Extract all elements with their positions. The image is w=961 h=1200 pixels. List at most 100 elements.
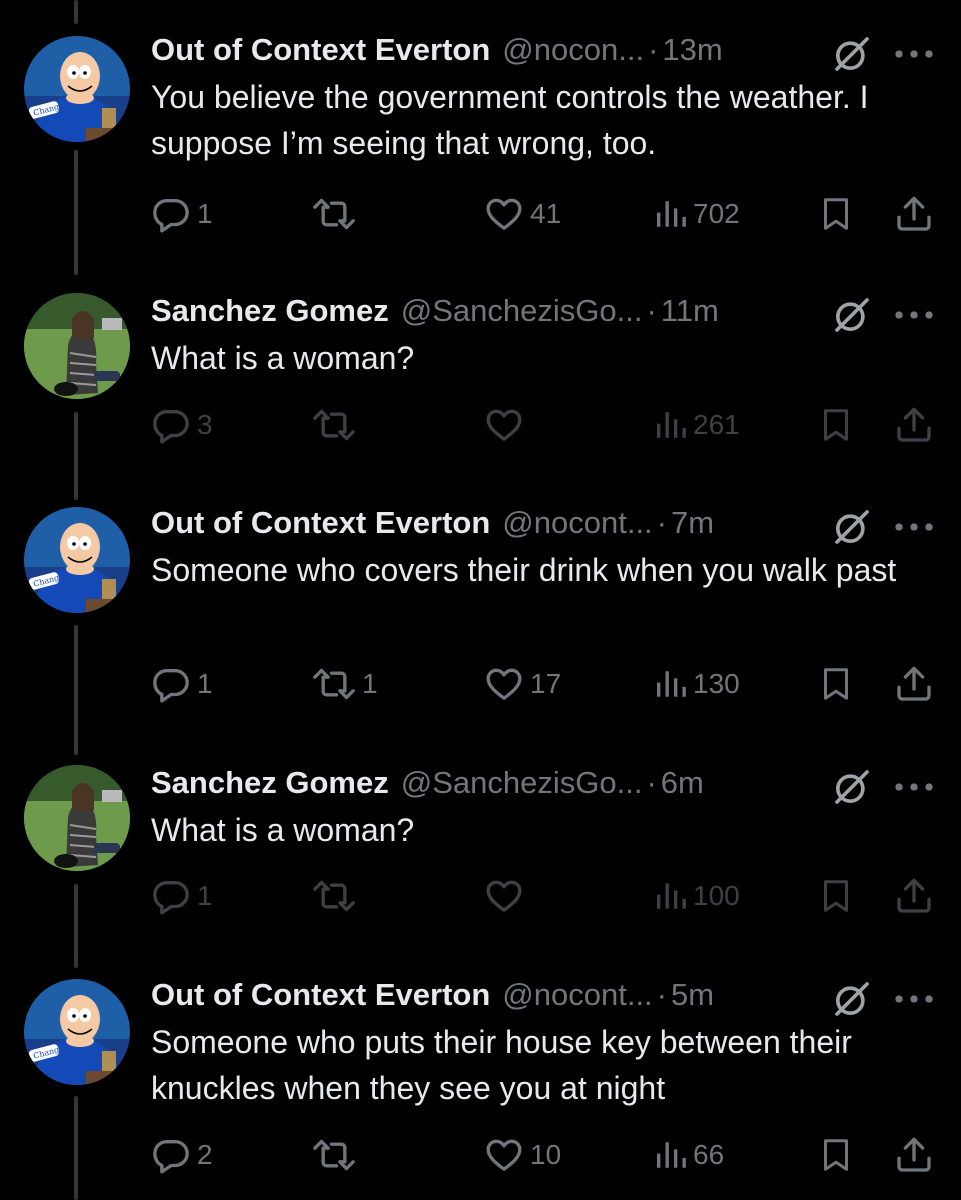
avatar[interactable] [24, 36, 130, 142]
repost-icon [312, 405, 356, 445]
reply-button[interactable]: 3 [151, 403, 213, 447]
separator-dot: · [656, 505, 667, 540]
reply-button[interactable]: 2 [151, 1133, 213, 1177]
avatar[interactable] [24, 765, 130, 871]
reply-count: 1 [197, 198, 213, 229]
views-button[interactable]: 261 [653, 403, 740, 447]
repost-button[interactable] [312, 874, 362, 918]
user-handle[interactable]: @SanchezisGo... [401, 291, 643, 331]
bookmark-icon [818, 405, 854, 445]
grok-icon[interactable] [832, 767, 872, 807]
share-icon [894, 194, 934, 234]
bookmark-button[interactable] [818, 874, 854, 918]
more-options-icon[interactable] [894, 295, 940, 335]
views-icon [653, 408, 687, 442]
peter-griffin-everton-avatar-icon [24, 36, 130, 142]
reply-count: 3 [197, 409, 213, 440]
views-button[interactable]: 66 [653, 1133, 724, 1177]
views-count: 130 [693, 668, 740, 699]
more-options-icon[interactable] [894, 767, 940, 807]
views-icon [653, 1138, 687, 1172]
repost-button[interactable] [312, 403, 362, 447]
man-on-grass-avatar-icon [24, 293, 130, 399]
share-button[interactable] [894, 403, 934, 447]
views-button[interactable]: 702 [653, 192, 740, 236]
like-button[interactable] [484, 874, 530, 918]
repost-button[interactable] [312, 1133, 362, 1177]
display-name[interactable]: Out of Context Everton [151, 30, 490, 70]
like-button[interactable]: 10 [484, 1133, 561, 1177]
avatar[interactable] [24, 507, 130, 613]
action-bar: 2 10 66 [0, 1133, 961, 1177]
reply-button[interactable]: 1 [151, 192, 213, 236]
repost-button[interactable]: 1 [312, 662, 378, 706]
bookmark-icon [818, 194, 854, 234]
avatar[interactable] [24, 979, 130, 1085]
man-on-grass-avatar-icon [24, 765, 130, 871]
views-button[interactable]: 100 [653, 874, 740, 918]
reply-count: 2 [197, 1139, 213, 1170]
share-button[interactable] [894, 662, 934, 706]
share-button[interactable] [894, 874, 934, 918]
display-name[interactable]: Out of Context Everton [151, 503, 490, 543]
like-button[interactable]: 41 [484, 192, 561, 236]
thread-line [74, 0, 78, 24]
grok-icon[interactable] [832, 295, 872, 335]
like-button[interactable]: 17 [484, 662, 561, 706]
tweet-text: What is a woman? [151, 340, 415, 376]
action-bar: 1 100 [0, 874, 961, 918]
timestamp[interactable]: 11m [661, 291, 719, 331]
reply-icon [151, 1135, 191, 1175]
user-handle[interactable]: @SanchezisGo... [401, 763, 643, 803]
bookmark-button[interactable] [818, 192, 854, 236]
views-button[interactable]: 130 [653, 662, 740, 706]
reply-count: 1 [197, 880, 213, 911]
like-count: 10 [530, 1139, 562, 1170]
views-count: 261 [693, 409, 740, 440]
repost-icon [312, 876, 356, 916]
timestamp[interactable]: 13m [662, 30, 722, 70]
bookmark-icon [818, 1135, 854, 1175]
timestamp[interactable]: 6m [661, 763, 704, 803]
reply-count: 1 [197, 668, 213, 699]
reply-button[interactable]: 1 [151, 662, 213, 706]
reply-icon [151, 194, 191, 234]
grok-icon[interactable] [832, 979, 872, 1019]
separator-dot: · [646, 293, 657, 328]
bookmark-button[interactable] [818, 1133, 854, 1177]
share-icon [894, 405, 934, 445]
display-name[interactable]: Out of Context Everton [151, 975, 490, 1015]
grok-icon[interactable] [832, 507, 872, 547]
grok-icon[interactable] [832, 34, 872, 74]
share-icon [894, 1135, 934, 1175]
share-icon [894, 876, 934, 916]
timestamp[interactable]: 7m [671, 503, 714, 543]
bookmark-icon [818, 664, 854, 704]
action-bar: 3 261 [0, 403, 961, 447]
bookmark-button[interactable] [818, 403, 854, 447]
tweet-text: Someone who puts their house key between… [151, 1024, 852, 1106]
share-button[interactable] [894, 192, 934, 236]
display-name[interactable]: Sanchez Gomez [151, 291, 389, 331]
share-icon [894, 664, 934, 704]
user-handle[interactable]: @nocon... [502, 30, 644, 70]
timestamp[interactable]: 5m [671, 975, 714, 1015]
bookmark-icon [818, 876, 854, 916]
display-name[interactable]: Sanchez Gomez [151, 763, 389, 803]
more-options-icon[interactable] [894, 979, 940, 1019]
reply-button[interactable]: 1 [151, 874, 213, 918]
like-button[interactable] [484, 403, 530, 447]
like-icon [484, 194, 524, 234]
tweet-text: You believe the government controls the … [151, 79, 869, 161]
avatar[interactable] [24, 293, 130, 399]
peter-griffin-everton-avatar-icon [24, 507, 130, 613]
tweet-text: What is a woman? [151, 812, 415, 848]
user-handle[interactable]: @nocont... [502, 503, 652, 543]
more-options-icon[interactable] [894, 507, 940, 547]
more-options-icon[interactable] [894, 34, 940, 74]
tweet-text: Someone who covers their drink when you … [151, 552, 897, 588]
user-handle[interactable]: @nocont... [502, 975, 652, 1015]
repost-button[interactable] [312, 192, 362, 236]
share-button[interactable] [894, 1133, 934, 1177]
bookmark-button[interactable] [818, 662, 854, 706]
